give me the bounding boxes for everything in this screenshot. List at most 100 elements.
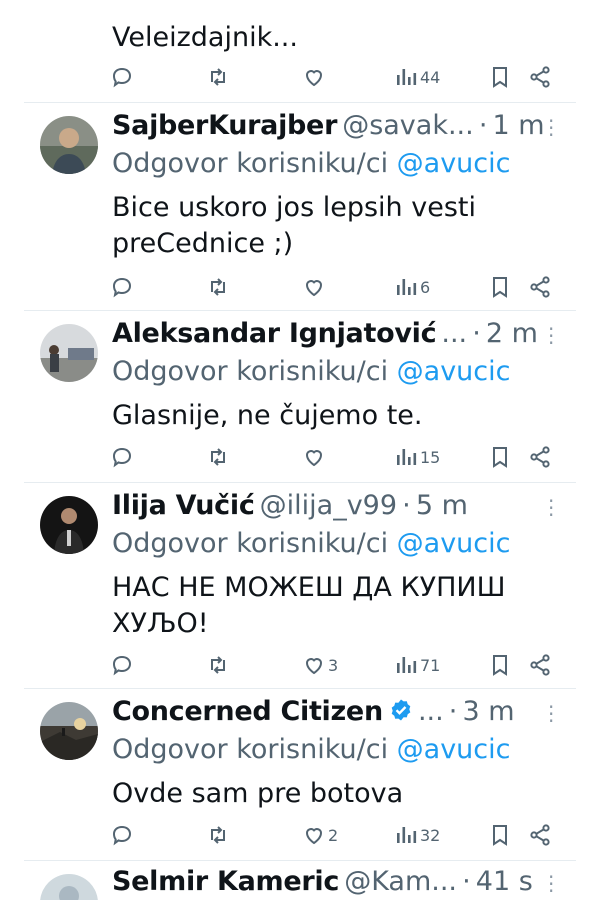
share-button[interactable] [528, 444, 552, 470]
reply-icon [112, 447, 132, 468]
retweet-button[interactable] [206, 64, 230, 90]
views-button[interactable]: 6 [394, 274, 430, 300]
more-options-icon[interactable]: · · · [548, 867, 554, 900]
heart-icon [305, 828, 323, 845]
views-icon [397, 449, 417, 465]
share-button[interactable] [528, 822, 552, 848]
share-button[interactable] [528, 64, 552, 90]
timestamp[interactable]: 41 s [476, 866, 533, 897]
views-button[interactable]: 44 [394, 64, 440, 90]
mention-link[interactable]: @avucic [397, 356, 511, 387]
views-count: 32 [420, 825, 441, 845]
tweet-item[interactable]: SajberKurajber @savak... · 1 m · · · Odgov… [0, 110, 600, 310]
heart-icon [305, 658, 323, 675]
bookmark-icon [493, 825, 507, 846]
tweet-text: Ovde sam pre botova [112, 778, 404, 809]
share-icon [530, 446, 550, 468]
display-name[interactable]: Aleksandar Ignjatović [112, 318, 437, 349]
reply-button[interactable] [110, 64, 134, 90]
mention-link[interactable]: @avucic [397, 528, 511, 559]
more-options-icon[interactable]: · · · [548, 491, 554, 525]
tweet-item[interactable]: Veleizdajnik... 44 [0, 0, 600, 102]
timestamp[interactable]: 5 m [416, 490, 468, 521]
views-icon [397, 279, 417, 295]
tweet-text: Veleizdajnik... [112, 22, 298, 53]
mention-link[interactable]: @avucic [397, 148, 511, 179]
like-button[interactable] [302, 274, 326, 300]
like-button[interactable]: 2 [302, 822, 338, 848]
retweet-icon [211, 826, 225, 844]
avatar[interactable] [40, 874, 98, 900]
views-count: 6 [420, 277, 431, 297]
avatar[interactable] [40, 496, 98, 554]
more-options-icon[interactable]: · · · [548, 111, 554, 145]
separator-dot: · [448, 696, 458, 727]
divider [24, 688, 576, 689]
reply-button[interactable] [110, 444, 134, 470]
share-button[interactable] [528, 274, 552, 300]
avatar[interactable] [40, 116, 98, 174]
tweet-item[interactable]: Selmir Kameric @Kam... · 41 s · · · [0, 866, 600, 900]
bookmark-button[interactable] [488, 444, 512, 470]
avatar[interactable] [40, 324, 98, 382]
views-button[interactable]: 15 [394, 444, 440, 470]
handle[interactable]: ... [418, 696, 444, 727]
retweet-button[interactable] [206, 652, 230, 678]
separator-dot: · [402, 490, 411, 521]
display-name[interactable]: SajberKurajber [112, 110, 337, 141]
timestamp[interactable]: 2 m [486, 318, 538, 349]
like-button[interactable] [302, 64, 326, 90]
reply-button[interactable] [110, 274, 134, 300]
bookmark-icon [493, 67, 507, 88]
mention-link[interactable]: @avucic [397, 734, 511, 765]
tweet-actions: 2 32 [110, 822, 554, 848]
tweet-item[interactable]: Aleksandar Ignjatović ... · 2 m · · · Odgo… [0, 318, 600, 482]
tweet-header: SajberKurajber @savak... · 1 m [112, 110, 552, 150]
separator-dot: · [462, 866, 471, 897]
retweet-button[interactable] [206, 822, 230, 848]
tweet-item[interactable]: Concerned Citizen ... · 3 m · · · Odgovor … [0, 696, 600, 860]
divider [24, 102, 576, 103]
bookmark-button[interactable] [488, 64, 512, 90]
reply-icon [112, 825, 132, 846]
reply-button[interactable] [110, 652, 134, 678]
timestamp[interactable]: 3 m [462, 696, 514, 727]
views-button[interactable]: 71 [394, 652, 440, 678]
reply-context: Odgovor korisniku/ci @avucic [112, 356, 511, 387]
share-button[interactable] [528, 652, 552, 678]
reply-context: Odgovor korisniku/ci @avucic [112, 528, 511, 559]
reply-icon [112, 67, 132, 88]
bookmark-button[interactable] [488, 822, 512, 848]
handle[interactable]: ... [441, 318, 467, 349]
divider [24, 310, 576, 311]
views-icon [397, 69, 417, 85]
display-name[interactable]: Concerned Citizen [112, 696, 383, 727]
views-icon [397, 657, 417, 673]
heart-icon [305, 70, 323, 87]
tweet-header: Aleksandar Ignjatović ... · 2 m [112, 318, 552, 358]
bookmark-button[interactable] [488, 652, 512, 678]
timestamp[interactable]: 1 m [493, 110, 545, 141]
avatar[interactable] [40, 702, 98, 760]
reply-button[interactable] [110, 822, 134, 848]
handle[interactable]: @savak... [342, 110, 474, 141]
heart-icon [305, 280, 323, 297]
handle[interactable]: @Kam... [344, 866, 457, 897]
tweet-item[interactable]: Ilija Vučić @ilija_v99 · 5 m · · · Odgovor… [0, 490, 600, 688]
share-icon [530, 276, 550, 298]
more-options-icon[interactable]: · · · [548, 319, 554, 353]
retweet-button[interactable] [206, 274, 230, 300]
share-icon [530, 824, 550, 846]
handle[interactable]: @ilija_v99 [260, 490, 397, 521]
display-name[interactable]: Ilija Vučić [112, 490, 255, 521]
more-options-icon[interactable]: · · · [548, 697, 554, 731]
retweet-button[interactable] [206, 444, 230, 470]
tweet-text: НАС НЕ МОЖЕШ ДА КУПИШ ХУЉО! [112, 572, 506, 639]
like-button[interactable]: 3 [302, 652, 338, 678]
like-button[interactable] [302, 444, 326, 470]
views-button[interactable]: 32 [394, 822, 440, 848]
bookmark-icon [493, 447, 507, 468]
bookmark-button[interactable] [488, 274, 512, 300]
display-name[interactable]: Selmir Kameric [112, 866, 339, 897]
tweet-header: Selmir Kameric @Kam... · 41 s [112, 866, 552, 900]
